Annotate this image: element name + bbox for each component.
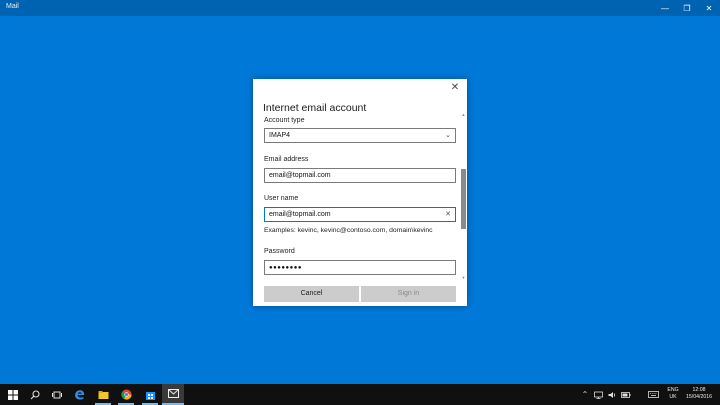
email-address-field[interactable]: email@topmail.com [264,168,456,183]
clock-time: 12:08 [692,387,706,393]
language-region: UK [669,394,677,400]
scroll-down-icon[interactable]: ▼ [461,275,466,280]
taskbar: ⌃ ENG UK 12:08 15/04/2016 [0,384,720,405]
mail-icon[interactable] [162,384,184,405]
windows-logo-icon[interactable] [2,384,24,405]
sign-in-button[interactable]: Sign in [361,286,456,302]
chrome-icon[interactable] [115,384,137,405]
internet-email-account-dialog: ✕ Internet email account Account type IM… [253,79,467,306]
network-icon[interactable] [592,384,604,405]
file-explorer-icon[interactable] [92,384,114,405]
email-address-value: email@topmail.com [269,172,331,179]
clear-icon[interactable]: ✕ [445,208,451,221]
clock-date: 15/04/2016 [686,394,712,400]
user-name-value: email@topmail.com [269,211,331,218]
battery-icon[interactable] [620,384,632,405]
minimize-button[interactable]: — [654,0,676,16]
password-value: ●●●●●●●● [269,265,302,271]
scroll-up-icon[interactable]: ▲ [461,112,466,117]
clock[interactable]: 12:08 15/04/2016 [682,387,716,401]
chevron-down-icon: ⌄ [445,132,451,139]
user-name-label: User name [264,195,299,202]
keyboard-icon[interactable] [646,384,660,405]
scrollbar-thumb[interactable] [461,169,466,229]
password-label: Password [264,248,295,255]
email-address-label: Email address [264,156,309,163]
dialog-scrollbar[interactable]: ▲ ▼ [461,112,466,280]
maximize-button[interactable]: ❐ [676,0,698,16]
app-title: Mail [6,3,19,10]
account-type-value: IMAP4 [269,132,291,139]
dialog-title: Internet email account [263,102,367,114]
account-type-select[interactable]: IMAP4 ⌄ [264,128,456,143]
volume-icon[interactable] [606,384,618,405]
edge-icon[interactable] [68,384,90,405]
close-window-button[interactable]: ✕ [698,0,720,16]
store-icon[interactable] [139,384,161,405]
dialog-close-button[interactable]: ✕ [449,82,461,94]
cancel-button[interactable]: Cancel [264,286,359,302]
user-name-hint: Examples: kevinc, kevinc@contoso.com, do… [264,227,433,234]
search-icon[interactable] [24,384,46,405]
task-view-icon[interactable] [46,384,68,405]
user-name-field[interactable]: email@topmail.com ✕ [264,207,456,222]
chevron-up-icon[interactable]: ⌃ [580,384,590,405]
account-type-label: Account type [264,117,305,124]
language-indicator[interactable]: ENG UK [664,387,682,401]
password-field[interactable]: ●●●●●●●● [264,260,456,275]
title-bar: Mail — ❐ ✕ [0,0,720,16]
language-code: ENG [667,387,679,393]
form-scroll-area: Account type IMAP4 ⌄ Email address email… [253,115,467,279]
